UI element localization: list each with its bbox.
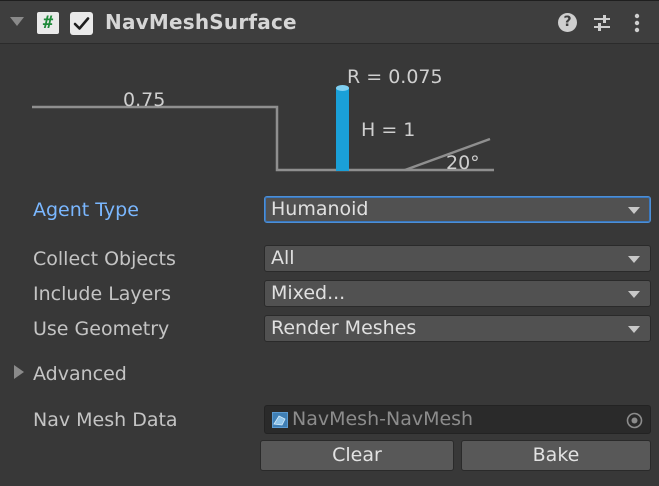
chevron-down-icon [628, 256, 640, 263]
agent-cylinder [336, 88, 349, 171]
agent-type-dropdown[interactable]: Humanoid [264, 196, 651, 223]
agent-diagram-graphic [32, 85, 494, 172]
component-header: # NavMeshSurface ? [0, 0, 659, 44]
advanced-foldout-arrow-icon[interactable] [14, 365, 24, 379]
use-geometry-value: Render Meshes [271, 317, 417, 339]
use-geometry-dropdown[interactable]: Render Meshes [264, 315, 651, 342]
collect-objects-value: All [271, 247, 295, 269]
navmesh-asset-icon [272, 412, 288, 428]
nav-mesh-data-value: NavMesh-NavMesh [292, 408, 474, 430]
component-title: NavMeshSurface [105, 10, 297, 34]
max-slope-label: 20° [446, 152, 480, 174]
step-height-label: 0.75 [123, 89, 166, 111]
include-layers-label: Include Layers [33, 283, 172, 305]
agent-type-value: Humanoid [271, 198, 369, 220]
nav-mesh-data-field[interactable]: NavMesh-NavMesh [264, 405, 651, 434]
bake-button[interactable]: Bake [461, 440, 651, 471]
chevron-down-icon [628, 326, 640, 333]
collect-objects-dropdown[interactable]: All [264, 245, 651, 272]
agent-type-label: Agent Type [33, 199, 139, 221]
foldout-arrow-icon[interactable] [10, 17, 24, 26]
chevron-down-icon [628, 291, 640, 298]
include-layers-value: Mixed... [271, 282, 346, 304]
help-icon[interactable]: ? [558, 13, 577, 32]
kebab-menu-icon[interactable] [627, 13, 647, 33]
agent-diagram: 0.75 R = 0.075 H = 1 20° [0, 44, 659, 186]
collect-objects-label: Collect Objects [33, 248, 176, 270]
agent-height-label: H = 1 [361, 119, 416, 141]
object-picker-icon[interactable] [626, 412, 643, 429]
include-layers-dropdown[interactable]: Mixed... [264, 280, 651, 307]
advanced-foldout[interactable]: Advanced [33, 363, 127, 385]
checkmark-icon [73, 17, 90, 30]
nav-mesh-data-label: Nav Mesh Data [33, 409, 178, 431]
presets-icon[interactable] [592, 13, 612, 33]
enable-checkbox[interactable] [70, 12, 93, 35]
use-geometry-label: Use Geometry [33, 318, 170, 340]
agent-radius-label: R = 0.075 [347, 66, 443, 88]
chevron-down-icon [628, 207, 640, 214]
clear-button[interactable]: Clear [260, 440, 454, 471]
script-icon: # [37, 12, 59, 34]
